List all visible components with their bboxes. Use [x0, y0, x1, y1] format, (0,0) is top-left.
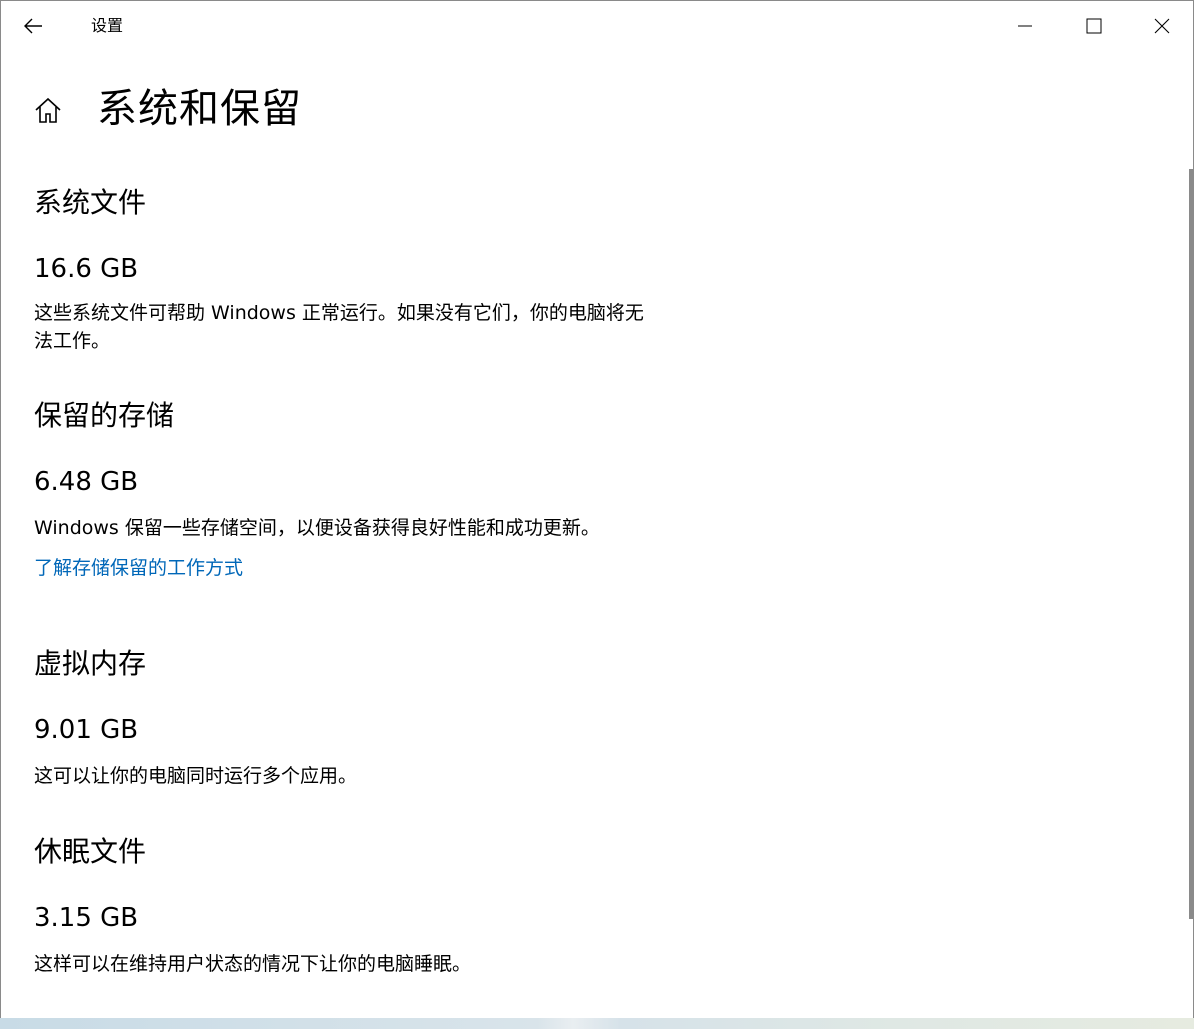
- back-arrow-icon: [24, 18, 42, 34]
- hibernation-file-section: 休眠文件 3.15 GB 这样可以在维持用户状态的情况下让你的电脑睡眠。: [34, 830, 734, 978]
- minimize-icon: [1017, 25, 1032, 27]
- reserved-storage-section: 保留的存储 6.48 GB Windows 保留一些存储空间，以便设备获得良好性…: [34, 394, 734, 582]
- close-icon: [1154, 18, 1169, 34]
- page-header: 系统和保留: [1, 81, 701, 141]
- virtual-memory-section: 虚拟内存 9.01 GB 这可以让你的电脑同时运行多个应用。: [34, 642, 734, 790]
- system-files-title: 系统文件: [34, 186, 147, 219]
- page-title: 系统和保留: [97, 86, 302, 132]
- vertical-scrollbar[interactable]: [1189, 169, 1193, 919]
- title-bar: 设置: [1, 1, 1193, 51]
- virtual-memory-description: 这可以让你的电脑同时运行多个应用。: [34, 765, 358, 787]
- maximize-icon: [1086, 18, 1101, 34]
- back-button[interactable]: [11, 7, 55, 45]
- reserved-storage-size: 6.48 GB: [34, 467, 139, 497]
- desktop-background-strip: [0, 1018, 1194, 1029]
- system-files-section: 系统文件 16.6 GB 这些系统文件可帮助 Windows 正常运行。如果没有…: [34, 181, 734, 355]
- reserved-storage-learn-more-link[interactable]: 了解存储保留的工作方式: [34, 554, 243, 582]
- virtual-memory-title: 虚拟内存: [34, 647, 147, 680]
- settings-window: 设置 系统和保留 系统文件 16.6 GB 这些系统文件可帮助 Windows …: [0, 0, 1194, 1019]
- content-area: 系统文件 16.6 GB 这些系统文件可帮助 Windows 正常运行。如果没有…: [34, 181, 734, 978]
- system-files-description-line-1: 这些系统文件可帮助 Windows 正常运行。如果没有它们，你的电脑将无: [34, 302, 644, 324]
- hibernation-file-description: 这样可以在维持用户状态的情况下让你的电脑睡眠。: [34, 953, 472, 975]
- home-icon: [35, 97, 61, 123]
- close-button[interactable]: [1127, 1, 1193, 51]
- virtual-memory-size: 9.01 GB: [34, 715, 139, 745]
- home-button[interactable]: [31, 93, 65, 127]
- minimize-button[interactable]: [990, 1, 1059, 51]
- hibernation-file-size: 3.15 GB: [34, 903, 139, 933]
- system-files-description-line-2: 法工作。: [34, 330, 111, 352]
- hibernation-file-title: 休眠文件: [34, 835, 147, 868]
- reserved-storage-title: 保留的存储: [34, 399, 175, 432]
- system-files-size: 16.6 GB: [34, 254, 139, 284]
- maximize-button[interactable]: [1059, 1, 1128, 51]
- reserved-storage-description: Windows 保留一些存储空间，以便设备获得良好性能和成功更新。: [34, 517, 600, 539]
- app-title: 设置: [91, 16, 124, 35]
